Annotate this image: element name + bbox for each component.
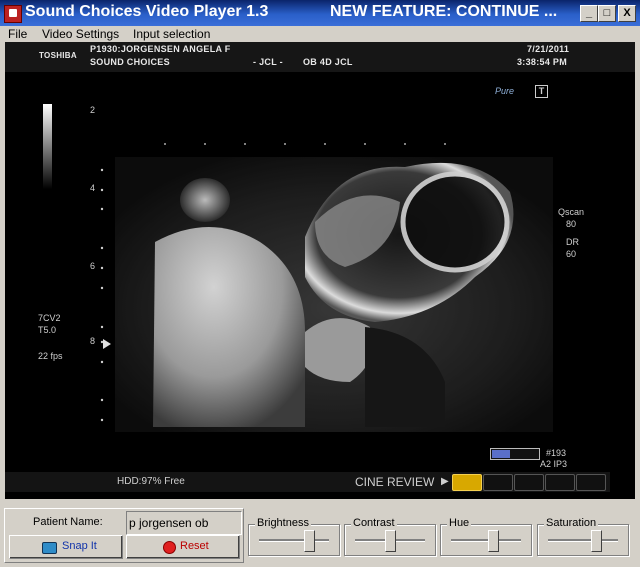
probe-label: 7CV2 <box>38 313 61 323</box>
brightness-slider-group: Brightness <box>248 517 340 556</box>
brightness-thumb[interactable] <box>304 530 316 552</box>
title-bar[interactable]: Sound Choices Video Player 1.3 NEW FEATU… <box>0 0 640 26</box>
cine-loop-button[interactable] <box>452 474 482 491</box>
control-panel: Patient Name: p jorgensen ob Snap It Res… <box>0 502 640 567</box>
reset-label: Reset <box>180 540 209 552</box>
cine-slot-5-button[interactable] <box>576 474 606 491</box>
maximize-button[interactable]: □ <box>598 5 616 22</box>
cine-slot-3-button[interactable] <box>514 474 544 491</box>
fps-label: 22 fps <box>38 351 63 361</box>
menu-video-settings[interactable]: Video Settings <box>42 27 119 41</box>
video-display[interactable]: TOSHIBA P1930:JORGENSEN ANGELA F SOUND C… <box>5 42 635 499</box>
study-label: OB 4D JCL <box>303 57 353 67</box>
saturation-label: Saturation <box>544 517 599 529</box>
cine-play-icon: ▶ <box>441 476 449 487</box>
clinic-line: SOUND CHOICES <box>90 57 170 67</box>
jcl-label: - JCL - <box>253 57 283 67</box>
brand-label: TOSHIBA <box>39 51 77 60</box>
camera-icon <box>42 542 57 554</box>
limb-blob <box>180 178 230 222</box>
brightness-label: Brightness <box>255 517 311 529</box>
dr-value: 60 <box>566 249 577 259</box>
patient-name-label: Patient Name: <box>33 516 103 528</box>
depth-mark-6: 6 <box>90 261 96 271</box>
t-badge: T <box>535 85 548 98</box>
saturation-track[interactable] <box>548 539 618 542</box>
hdd-status: HDD:97% Free <box>117 476 185 487</box>
menu-bar: File Video Settings Input selection <box>0 26 640 42</box>
ultrasound-header: TOSHIBA P1930:JORGENSEN ANGELA F SOUND C… <box>5 42 635 72</box>
gray-scale-bar <box>43 104 52 189</box>
cine-frame-indicator <box>490 448 540 460</box>
saturation-thumb[interactable] <box>590 530 602 552</box>
snap-button[interactable]: Snap It <box>9 535 123 559</box>
qscan-label: Qscan <box>558 207 585 217</box>
new-feature-banner: NEW FEATURE: CONTINUE ... <box>330 3 558 20</box>
scan-time: 3:38:54 PM <box>517 57 568 67</box>
reset-icon <box>163 541 176 554</box>
ultrasound-image <box>43 104 553 432</box>
close-button[interactable]: X <box>618 5 636 22</box>
frame-sub-label: A2 IP3 <box>540 459 568 469</box>
hue-slider-group: Hue <box>440 517 532 556</box>
reset-button[interactable]: Reset <box>126 535 240 559</box>
depth-mark-8: 8 <box>90 336 96 346</box>
app-icon[interactable] <box>4 5 22 23</box>
snap-label: Snap It <box>62 540 97 552</box>
depth-mark-4: 4 <box>90 183 96 193</box>
window-title: Sound Choices Video Player 1.3 <box>25 3 269 20</box>
hue-thumb[interactable] <box>488 530 499 552</box>
focus-marker-icon <box>103 339 111 349</box>
depth-scale <box>100 168 104 422</box>
cine-add-button[interactable] <box>483 474 513 491</box>
contrast-thumb[interactable] <box>385 530 396 552</box>
cine-review-label: CINE REVIEW <box>355 475 435 489</box>
qscan-value: 80 <box>566 219 577 229</box>
scan-date: 7/21/2011 <box>527 44 570 54</box>
minimize-button[interactable]: _ <box>580 5 598 22</box>
brightness-track[interactable] <box>259 539 329 542</box>
hue-label: Hue <box>447 517 472 529</box>
cine-bar: HDD:97% Free CINE REVIEW ▶ <box>5 472 610 492</box>
contrast-label: Contrast <box>351 517 397 529</box>
hue-track[interactable] <box>451 539 521 542</box>
menu-file[interactable]: File <box>8 27 27 41</box>
contrast-slider-group: Contrast <box>344 517 436 556</box>
probe-sub-label: T5.0 <box>38 325 57 335</box>
menu-input-selection[interactable]: Input selection <box>133 27 210 41</box>
cine-slot-4-button[interactable] <box>545 474 575 491</box>
depth-mark-2: 2 <box>90 105 96 115</box>
dr-label: DR <box>566 237 579 247</box>
saturation-slider-group: Saturation <box>537 517 629 556</box>
patient-line: P1930:JORGENSEN ANGELA F <box>90 44 231 54</box>
patient-name-input[interactable]: p jorgensen ob <box>126 511 242 535</box>
frame-number: #193 <box>546 448 567 458</box>
pure-logo: Pure <box>495 86 515 96</box>
